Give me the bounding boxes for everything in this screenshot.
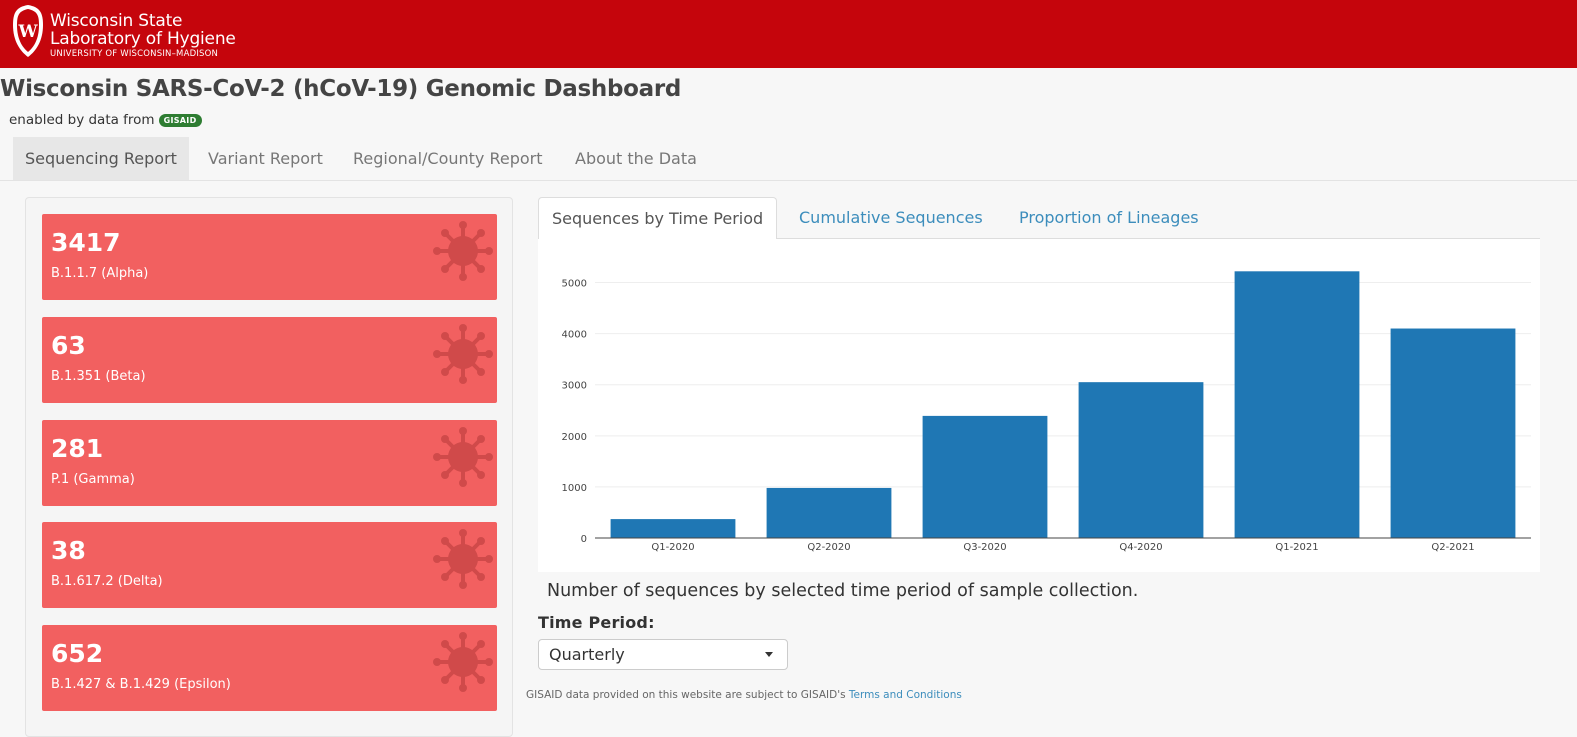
- caret-down-icon: [765, 652, 773, 657]
- chart-container: 0 1000 2000 3000 4000 5000 Q1-2020 Q2-2020 Q3-20…: [538, 239, 1540, 572]
- y-tick-label: 4000: [562, 330, 587, 341]
- virus-icon: [432, 528, 494, 590]
- brand-line-2: Laboratory of Hygiene: [50, 29, 236, 49]
- bar-q1-2020: [610, 519, 736, 538]
- variant-count: 3417: [51, 228, 121, 257]
- gisaid-logo: GISAID: [158, 113, 202, 127]
- uw-crest-icon: W: [13, 5, 43, 57]
- y-tick-label: 0: [581, 534, 587, 545]
- nav-sequencing-report[interactable]: Sequencing Report: [13, 137, 189, 180]
- nav-regional-county-report[interactable]: Regional/County Report: [341, 137, 555, 180]
- variant-count: 281: [51, 434, 104, 463]
- nav-about-the-data[interactable]: About the Data: [563, 137, 709, 180]
- subtitle-text: enabled by data from: [9, 112, 155, 128]
- time-period-value: Quarterly: [549, 645, 625, 664]
- main-nav: Sequencing Report Variant Report Regiona…: [0, 137, 1577, 181]
- terms-link[interactable]: Terms and Conditions: [849, 689, 962, 701]
- tab-cumulative-sequences[interactable]: Cumulative Sequences: [786, 197, 996, 239]
- chart-caption: Number of sequences by selected time per…: [547, 581, 1139, 601]
- variant-name: B.1.427 & B.1.429 (Epsilon): [51, 677, 231, 692]
- subtitle: enabled by data from GISAID: [9, 112, 202, 128]
- chart-tabs: Sequences by Time Period Cumulative Sequ…: [538, 197, 1540, 240]
- y-tick-label: 2000: [562, 432, 587, 443]
- bar-q4-2020: [1078, 382, 1204, 538]
- y-tick-label: 1000: [562, 483, 587, 494]
- virus-icon: [432, 631, 494, 693]
- top-bar: W Wisconsin State Laboratory of Hygiene …: [0, 0, 1577, 68]
- nav-variant-report[interactable]: Variant Report: [196, 137, 335, 180]
- x-tick-label: Q3-2020: [963, 542, 1006, 553]
- variant-box-gamma: 281 P.1 (Gamma): [42, 420, 497, 506]
- brand-line-1: Wisconsin State: [50, 11, 183, 31]
- brand[interactable]: Wisconsin State Laboratory of Hygiene UN…: [50, 12, 236, 60]
- variant-name: B.1.617.2 (Delta): [51, 574, 163, 589]
- time-period-label: Time Period:: [538, 613, 655, 632]
- x-tick-label: Q2-2021: [1431, 542, 1474, 553]
- bar-q3-2020: [922, 415, 1048, 538]
- sequences-bar-chart: 0 1000 2000 3000 4000 5000 Q1-2020 Q2-2020 Q3-20…: [562, 271, 1531, 553]
- footer-text: GISAID data provided on this website are…: [526, 689, 846, 701]
- y-tick-label: 3000: [562, 381, 587, 392]
- tab-proportion-of-lineages[interactable]: Proportion of Lineages: [1006, 197, 1212, 239]
- variant-box-epsilon: 652 B.1.427 & B.1.429 (Epsilon): [42, 625, 497, 711]
- variant-name: P.1 (Gamma): [51, 472, 135, 487]
- variant-box-delta: 38 B.1.617.2 (Delta): [42, 522, 497, 608]
- bar-q2-2020: [766, 487, 892, 538]
- virus-icon: [432, 426, 494, 488]
- virus-icon: [432, 220, 494, 282]
- y-tick-label: 5000: [562, 279, 587, 290]
- x-tick-label: Q1-2020: [651, 542, 694, 553]
- bar-q2-2021: [1390, 328, 1516, 538]
- variant-panel: 3417 B.1.1.7 (Alpha) 63 B.1.351 (Beta) 2…: [25, 197, 513, 737]
- variant-box-beta: 63 B.1.351 (Beta): [42, 317, 497, 403]
- virus-icon: [432, 323, 494, 385]
- variant-count: 38: [51, 536, 86, 565]
- footer: GISAID data provided on this website are…: [526, 689, 962, 701]
- brand-line-3: UNIVERSITY OF WISCONSIN–MADISON: [50, 49, 219, 59]
- tab-sequences-by-time-period[interactable]: Sequences by Time Period: [538, 197, 778, 240]
- variant-count: 63: [51, 331, 86, 360]
- time-period-select[interactable]: Quarterly: [538, 639, 788, 670]
- x-tick-label: Q1-2021: [1275, 542, 1318, 553]
- bar-q1-2021: [1234, 271, 1360, 538]
- variant-box-alpha: 3417 B.1.1.7 (Alpha): [42, 214, 497, 300]
- x-tick-label: Q2-2020: [807, 542, 850, 553]
- variant-count: 652: [51, 639, 104, 668]
- x-tick-label: Q4-2020: [1119, 542, 1162, 553]
- variant-name: B.1.1.7 (Alpha): [51, 266, 149, 281]
- page-title: Wisconsin SARS-CoV-2 (hCoV-19) Genomic D…: [0, 76, 682, 102]
- variant-name: B.1.351 (Beta): [51, 369, 146, 384]
- crest-letter: W: [17, 22, 38, 42]
